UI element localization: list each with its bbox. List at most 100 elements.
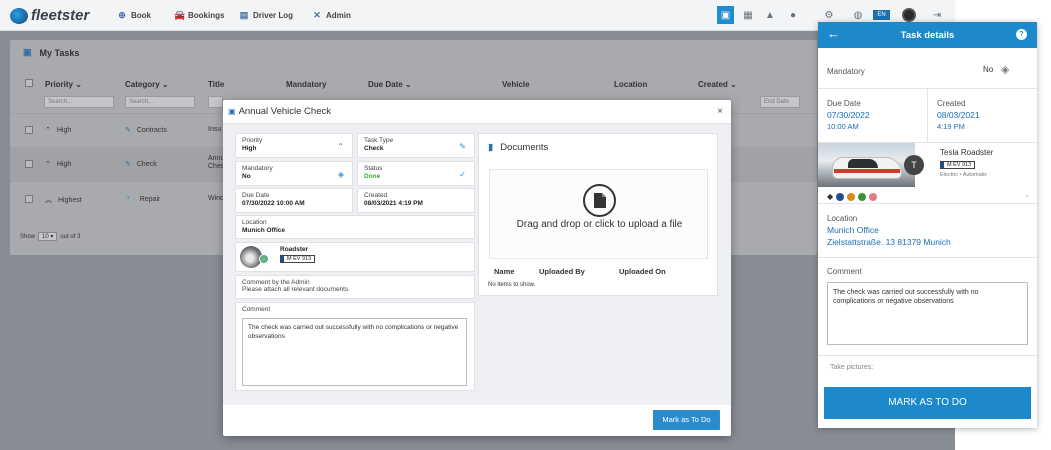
file-dropzone[interactable]: Drag and drop or click to upload a file	[489, 169, 708, 259]
info-button[interactable]: ●	[787, 6, 799, 24]
created-label: Created	[937, 99, 966, 108]
take-pictures-label[interactable]: Take pictures:	[830, 364, 873, 371]
table-row-title[interactable]: Annu Chec	[208, 155, 224, 171]
comment-label: Comment	[827, 267, 862, 276]
comment-textarea[interactable]: The check was carried out successfully w…	[827, 282, 1028, 345]
page-size-select[interactable]: 10 ▾	[38, 232, 58, 241]
nav-driver-log[interactable]: ▤ Driver Log	[239, 10, 293, 20]
info-icon: ●	[789, 9, 797, 21]
mark-as-todo-button[interactable]: Mark as To Do	[653, 410, 720, 430]
modal-header: ▣ Annual Vehicle Check ×	[223, 100, 731, 124]
task-type-value: Check	[364, 145, 384, 152]
category-filter[interactable]: Search...	[125, 96, 195, 108]
mark-as-todo-button[interactable]: MARK AS TO DO	[824, 387, 1031, 419]
col-header-vehicle[interactable]: Vehicle	[502, 80, 530, 89]
plus-circle-icon: ⊕	[118, 10, 126, 20]
status-label: Status	[364, 165, 383, 172]
tag-dot[interactable]	[858, 192, 867, 201]
wrench-icon: 🔧	[125, 196, 134, 203]
chevron-down-icon[interactable]: ⌄	[1024, 190, 1031, 199]
col-header-uploaded-on[interactable]: Uploaded On	[619, 267, 666, 276]
mandatory-field[interactable]: Mandatory No ◈	[235, 161, 353, 186]
table-row-priority: ⌃ High	[45, 126, 72, 135]
tasks-nav-button[interactable]: ▣	[717, 6, 734, 24]
check-icon: ✎	[125, 161, 131, 168]
task-modal: ▣ Annual Vehicle Check × Priority High ⌃…	[223, 100, 731, 436]
due-date-field[interactable]: Due Date 07/30/2022 10:00 AM	[235, 188, 353, 213]
nav-bookings[interactable]: 🚘 Bookings	[174, 10, 224, 20]
diamond-icon: ◈	[337, 170, 344, 179]
license-plate: M EV 913	[940, 161, 976, 169]
tesla-logo-icon: T	[904, 155, 924, 175]
pager-show-label: Show	[20, 233, 36, 240]
modal-body: Priority High ⌃ Task Type Check ✎ Mandat…	[223, 124, 731, 405]
location-address[interactable]: Zielstattstraße. 13 81379 Munich	[827, 237, 951, 247]
col-header-name[interactable]: Name	[494, 267, 514, 276]
table-row-category: ✎ Contracts	[125, 126, 167, 135]
col-header-mandatory[interactable]: Mandatory	[286, 80, 326, 89]
created-field: Created 08/03/2021 4:19 PM	[357, 188, 475, 213]
tag-dot[interactable]	[869, 192, 878, 201]
col-header-category[interactable]: Category ⌄	[125, 80, 169, 89]
page-title-text: My Tasks	[39, 47, 80, 58]
help-icon[interactable]: ?	[1016, 29, 1027, 40]
empty-message: No items to show.	[488, 282, 536, 288]
comment-textarea[interactable]: The check was carried out successfully w…	[242, 318, 467, 386]
select-all-checkbox[interactable]	[25, 79, 33, 87]
modal-title: Annual Vehicle Check	[238, 106, 331, 117]
tag-icon: ◆	[827, 192, 834, 201]
row-checkbox[interactable]	[25, 195, 33, 203]
col-header-due-date[interactable]: Due Date ⌄	[368, 80, 412, 89]
divider	[818, 203, 1037, 204]
brand-logo[interactable]: fleetster	[10, 7, 89, 24]
table-row-title[interactable]: Winc	[208, 195, 224, 202]
comment-label: Comment	[242, 306, 271, 313]
vehicle-field[interactable]: Roadster M EV 913	[235, 242, 475, 272]
globe-icon: ◍	[853, 9, 863, 21]
col-header-priority[interactable]: Priority ⌄	[45, 80, 82, 89]
location-field[interactable]: Location Munich Office	[235, 215, 475, 239]
col-header-created[interactable]: Created ⌄	[698, 80, 737, 89]
tag-dot[interactable]	[836, 192, 845, 201]
calendar-icon: ▦	[743, 9, 753, 21]
nav-admin[interactable]: ✕ Admin	[312, 10, 351, 20]
diamond-icon[interactable]: ◈	[1001, 63, 1009, 76]
divider	[818, 355, 1037, 356]
location-name[interactable]: Munich Office	[827, 225, 879, 235]
vehicle-photo	[818, 143, 915, 187]
col-header-title[interactable]: Title	[208, 80, 224, 89]
calendar-button[interactable]: ▦	[742, 6, 754, 24]
row-checkbox[interactable]	[25, 126, 33, 134]
priority-field[interactable]: Priority High ⌃	[235, 133, 353, 158]
priority-filter[interactable]: Search...	[44, 96, 114, 108]
arrow-up-icon: ⌃	[45, 127, 51, 134]
close-button[interactable]: ×	[717, 106, 723, 117]
avatar	[902, 8, 916, 22]
language-selector[interactable]: EN	[873, 10, 890, 20]
admin-comment-value: Please attach all relevant documents	[242, 286, 349, 293]
title-filter[interactable]	[208, 96, 223, 108]
end-date-filter[interactable]: End Date	[760, 96, 800, 108]
table-row-category: 🔧 Repair	[125, 195, 161, 204]
logbook-icon: ▤	[239, 10, 249, 20]
col-header-uploaded-by[interactable]: Uploaded By	[539, 267, 585, 276]
col-header-location[interactable]: Location	[614, 80, 647, 89]
double-arrow-up-icon: ︽	[45, 197, 52, 204]
mandatory-label: Mandatory	[827, 67, 865, 76]
panel-title: Task details	[900, 30, 955, 41]
file-icon	[583, 184, 616, 217]
table-row-priority: ⌃ High	[45, 160, 72, 169]
row-checkbox[interactable]	[25, 160, 33, 168]
status-field[interactable]: Status Done ✓	[357, 161, 475, 186]
warning-button[interactable]: ▲	[764, 6, 776, 24]
panel-header: ← Task details ?	[818, 22, 1037, 48]
gear-icon: ⚙	[824, 9, 834, 21]
nav-book[interactable]: ⊕ Book	[117, 10, 151, 20]
due-time-value[interactable]: 10:00 AM	[827, 122, 859, 131]
divider	[818, 257, 1037, 258]
due-date-value[interactable]: 07/30/2022	[827, 110, 870, 120]
table-row-title[interactable]: Insu	[208, 126, 221, 133]
task-type-field[interactable]: Task Type Check ✎	[357, 133, 475, 158]
vehicle-name[interactable]: Tesla Roadster	[940, 148, 993, 157]
tag-dot[interactable]	[847, 192, 856, 201]
